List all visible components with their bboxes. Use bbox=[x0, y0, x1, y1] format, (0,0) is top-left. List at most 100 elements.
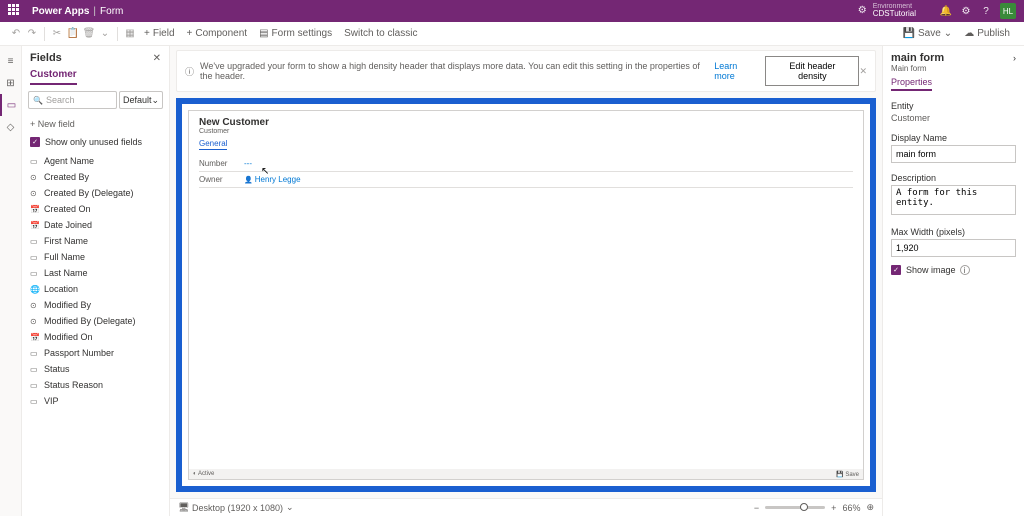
show-unused-checkbox[interactable]: ✓ Show only unused fields bbox=[22, 133, 169, 153]
redo-icon[interactable]: ↷ bbox=[24, 28, 40, 39]
field-name: Location bbox=[44, 284, 78, 294]
user-avatar[interactable]: HL bbox=[1000, 3, 1016, 19]
settings-icon[interactable]: ⚙ bbox=[956, 6, 976, 17]
properties-tab[interactable]: Properties bbox=[891, 77, 932, 91]
field-type-icon: 📅 bbox=[30, 333, 44, 342]
add-component-button[interactable]: +Component bbox=[187, 28, 248, 39]
field-name: Created By bbox=[44, 172, 89, 182]
chevron-down-icon[interactable]: ⌄ bbox=[286, 502, 294, 513]
field-item[interactable]: ▭First Name bbox=[22, 233, 169, 249]
field-type-icon: ⊙ bbox=[30, 189, 44, 198]
properties-title: main form bbox=[891, 52, 944, 64]
rail-tree-icon[interactable]: ≡ bbox=[0, 50, 21, 72]
show-image-checkbox[interactable]: ✓ Show image i bbox=[891, 265, 1016, 275]
environment-picker[interactable]: ⚙ Environment CDSTutorial bbox=[858, 3, 916, 19]
paste-icon[interactable]: 📋 bbox=[65, 28, 81, 39]
info-bar: ⓘ We've upgraded your form to show a hig… bbox=[176, 50, 876, 92]
person-icon: 👤 bbox=[244, 176, 253, 184]
field-name: Modified By bbox=[44, 300, 91, 310]
left-rail: ≡ ⊞ ▭ ◇ bbox=[0, 46, 22, 516]
app-launcher-icon[interactable] bbox=[8, 4, 22, 18]
add-field-button[interactable]: +Field bbox=[144, 28, 175, 39]
field-item[interactable]: ▭VIP bbox=[22, 393, 169, 409]
info-text: We've upgraded your form to show a high … bbox=[200, 61, 712, 81]
top-bar: Power Apps | Form ⚙ Environment CDSTutor… bbox=[0, 0, 1024, 22]
chevron-right-icon[interactable]: › bbox=[1013, 53, 1016, 63]
form-field-owner[interactable]: Owner 👤Henry Legge bbox=[199, 172, 853, 188]
page-context: Form bbox=[100, 6, 123, 17]
search-input[interactable]: 🔍 Search bbox=[28, 91, 117, 109]
zoom-in-icon[interactable]: + bbox=[831, 503, 836, 513]
delete-icon[interactable]: 🗑 bbox=[81, 28, 97, 39]
form-title: New Customer bbox=[199, 117, 853, 128]
field-name: Created On bbox=[44, 204, 91, 214]
zoom-slider[interactable] bbox=[765, 506, 825, 509]
field-name: VIP bbox=[44, 396, 59, 406]
form-tab-general[interactable]: General bbox=[199, 139, 227, 150]
field-type-icon: ▭ bbox=[30, 365, 44, 374]
field-item[interactable]: ⊙Created By (Delegate) bbox=[22, 185, 169, 201]
field-name: Modified By (Delegate) bbox=[44, 316, 136, 326]
environment-label: Environment bbox=[873, 3, 916, 11]
rail-data-icon[interactable]: ◇ bbox=[0, 116, 21, 138]
field-item[interactable]: ⊙Modified By bbox=[22, 297, 169, 313]
field-name: Status bbox=[44, 364, 70, 374]
field-name: Created By (Delegate) bbox=[44, 188, 134, 198]
description-input[interactable] bbox=[891, 185, 1016, 215]
device-dropdown[interactable]: Desktop (1920 x 1080) bbox=[192, 503, 283, 513]
chevron-down-icon[interactable]: ⌄ bbox=[97, 28, 113, 39]
canvas[interactable]: New Customer Customer General Number ---… bbox=[176, 98, 876, 492]
entity-value: Customer bbox=[891, 113, 1016, 123]
new-field-button[interactable]: + New field bbox=[22, 115, 169, 133]
close-icon[interactable]: ✕ bbox=[153, 53, 161, 64]
field-item[interactable]: ▭Passport Number bbox=[22, 345, 169, 361]
notifications-icon[interactable]: 🔔 bbox=[936, 6, 956, 17]
switch-classic-button[interactable]: Switch to classic bbox=[344, 28, 417, 39]
edit-header-density-button[interactable]: Edit header density bbox=[765, 56, 859, 86]
field-name: Passport Number bbox=[44, 348, 114, 358]
rail-fields-icon[interactable]: ▭ bbox=[0, 94, 21, 116]
field-list: ▭Agent Name⊙Created By⊙Created By (Deleg… bbox=[22, 153, 169, 516]
field-item[interactable]: 📅Modified On bbox=[22, 329, 169, 345]
properties-subtitle: Main form bbox=[891, 64, 1016, 73]
field-type-icon: 📅 bbox=[30, 221, 44, 230]
save-button[interactable]: 💾Save⌄ bbox=[903, 28, 953, 39]
status-save: 💾 Save bbox=[836, 471, 859, 478]
dismiss-info-icon[interactable]: ✕ bbox=[859, 66, 867, 77]
field-item[interactable]: 📅Date Joined bbox=[22, 217, 169, 233]
field-item[interactable]: 🌐Location bbox=[22, 281, 169, 297]
display-name-input[interactable] bbox=[891, 145, 1016, 163]
cut-icon[interactable]: ✂ bbox=[49, 28, 65, 39]
fields-tab-customer[interactable]: Customer bbox=[30, 66, 77, 85]
info-icon[interactable]: i bbox=[960, 265, 970, 275]
rail-components-icon[interactable]: ⊞ bbox=[0, 72, 21, 94]
maxwidth-input[interactable] bbox=[891, 239, 1016, 257]
form-field-number[interactable]: Number --- bbox=[199, 156, 853, 172]
zoom-out-icon[interactable]: − bbox=[754, 503, 759, 513]
grid-icon[interactable]: ▦ bbox=[122, 28, 138, 39]
environment-icon: ⚙ bbox=[858, 5, 867, 16]
field-item[interactable]: ▭Status bbox=[22, 361, 169, 377]
help-icon[interactable]: ? bbox=[976, 6, 996, 17]
field-item[interactable]: ▭Status Reason bbox=[22, 377, 169, 393]
fit-icon[interactable]: ⊕ bbox=[866, 502, 874, 513]
field-item[interactable]: 📅Created On bbox=[22, 201, 169, 217]
field-item[interactable]: ▭Agent Name bbox=[22, 153, 169, 169]
status-active: ◐ Active bbox=[193, 471, 214, 477]
filter-dropdown[interactable]: Default⌄ bbox=[119, 91, 163, 109]
command-bar: ↶ ↷ ✂ 📋 🗑 ⌄ ▦ +Field +Component ▤Form se… bbox=[0, 22, 1024, 46]
publish-button[interactable]: ☁Publish bbox=[964, 28, 1010, 39]
form-settings-button[interactable]: ▤Form settings bbox=[259, 28, 332, 39]
field-type-icon: ▭ bbox=[30, 349, 44, 358]
chevron-down-icon: ⌄ bbox=[152, 95, 160, 106]
environment-name: CDSTutorial bbox=[873, 10, 916, 19]
undo-icon[interactable]: ↶ bbox=[8, 28, 24, 39]
learn-more-link[interactable]: Learn more bbox=[714, 61, 757, 81]
field-item[interactable]: ▭Last Name bbox=[22, 265, 169, 281]
search-icon: 🔍 bbox=[33, 96, 43, 105]
field-type-icon: ▭ bbox=[30, 381, 44, 390]
field-item[interactable]: ⊙Created By bbox=[22, 169, 169, 185]
properties-panel: main form › Main form Properties Entity … bbox=[882, 46, 1024, 516]
field-item[interactable]: ▭Full Name bbox=[22, 249, 169, 265]
field-item[interactable]: ⊙Modified By (Delegate) bbox=[22, 313, 169, 329]
